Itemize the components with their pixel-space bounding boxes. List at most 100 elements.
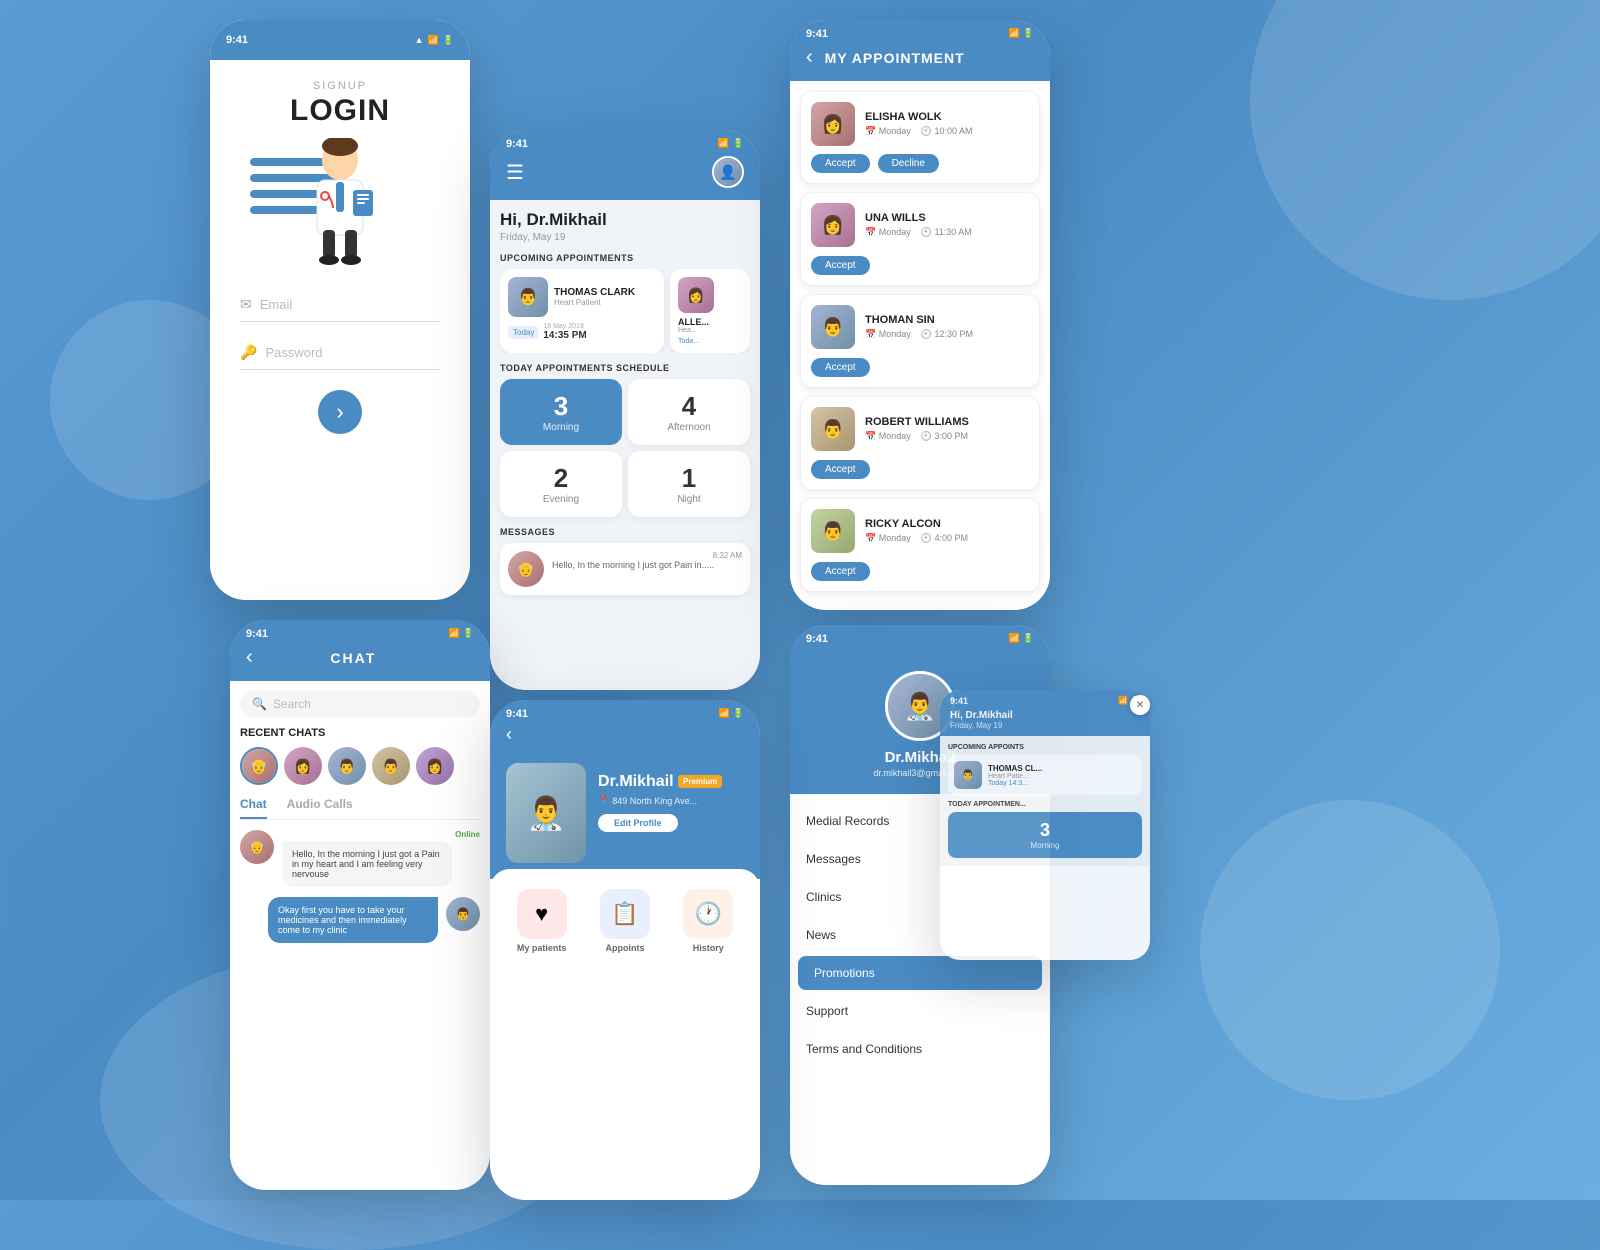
login-button[interactable]: › [318, 390, 362, 434]
patient1-type: Heart Patient [554, 298, 635, 307]
chat-avatar-3[interactable]: 👨 [328, 747, 366, 785]
history-icon: 🕐 [683, 889, 733, 939]
chat-message-2: Okay first you have to take your medicin… [240, 897, 480, 943]
schedule-night[interactable]: 1 Night [628, 451, 750, 517]
elisha-time: 🕙 10:00 AM [921, 126, 973, 137]
mini-morning-count: 3 [956, 820, 1134, 841]
elisha-avatar: 👩 [811, 102, 855, 146]
patient-item-4[interactable]: 👨 ROBERT WILLIAMS 📅 Monday 🕙 3:00 PM Acc… [800, 396, 1040, 490]
messages-title: MESSAGES [500, 527, 750, 537]
appointment-card-1[interactable]: 👨 THOMAS CLARK Heart Patient Today 18 Ma… [500, 269, 664, 353]
history-icon-item[interactable]: 🕐 History [683, 889, 733, 953]
appointment-card-2[interactable]: 👩 ALLE... Hea... Toda... [670, 269, 750, 353]
patient-back-button[interactable]: ‹ [506, 724, 744, 745]
morning-label: Morning [512, 422, 610, 433]
elisha-name: ELISHA WOLK [865, 111, 1029, 123]
patient-item-1[interactable]: 👩 ELISHA WOLK 📅 Monday 🕙 10:00 AM Accept… [800, 91, 1040, 184]
thoman-day: 📅 Monday [865, 329, 911, 340]
email-field[interactable]: ✉ Email [240, 288, 440, 322]
patient2-type: Hea... [678, 327, 742, 334]
dash-status-time: 9:41 [506, 138, 528, 150]
patient-item-3[interactable]: 👨 THOMAN SIN 📅 Monday 🕙 12:30 PM Accept [800, 294, 1040, 388]
chat-avatar-4[interactable]: 👨 [372, 747, 410, 785]
my-patients-icon[interactable]: ♥ My patients [517, 889, 567, 953]
edit-profile-button[interactable]: Edit Profile [598, 814, 678, 832]
recent-chats-label: RECENT CHATS [240, 727, 480, 739]
afternoon-count: 4 [640, 391, 738, 422]
appt-back-button[interactable]: ‹ [806, 46, 813, 69]
morning-count: 3 [512, 391, 610, 422]
login-title: LOGIN [240, 94, 440, 128]
chat-msg-avatar-1: 👴 [240, 830, 274, 864]
evening-label: Evening [512, 494, 610, 505]
thoman-time: 🕙 12:30 PM [921, 329, 973, 340]
mini-apt-card[interactable]: 👨 THOMAS CL... Heart Patie... Today 14:3… [948, 755, 1142, 795]
search-placeholder: Search [273, 697, 311, 711]
audio-calls-tab[interactable]: Audio Calls [287, 797, 353, 819]
schedule-morning[interactable]: 3 Morning [500, 379, 622, 445]
menu-support[interactable]: Support [790, 992, 1050, 1030]
message-time: 8:32 AM [552, 551, 742, 560]
una-accept-btn[interactable]: Accept [811, 256, 870, 275]
patient1-date: 18 May 2019 [543, 323, 586, 330]
upcoming-title: UPCOMING APPOINTMENTS [500, 253, 750, 263]
mini-apt-day: Today 14:3... [988, 780, 1042, 787]
chat-status-time: 9:41 [246, 628, 268, 640]
thoman-accept-btn[interactable]: Accept [811, 358, 870, 377]
mini-greeting: Hi, Dr.Mikhail [950, 710, 1140, 721]
ricky-day: 📅 Monday [865, 533, 911, 544]
search-bar[interactable]: 🔍 Search [240, 691, 480, 717]
robert-name: ROBERT WILLIAMS [865, 416, 969, 428]
patient1-avatar: 👨 [508, 277, 548, 317]
menu-terms[interactable]: Terms and Conditions [790, 1030, 1050, 1068]
calendar-icon: 📋 [600, 889, 650, 939]
mini-morning-label: Morning [956, 841, 1134, 850]
schedule-evening[interactable]: 2 Evening [500, 451, 622, 517]
doctor-large-avatar: 👨‍⚕️ [506, 763, 586, 863]
date: Friday, May 19 [500, 232, 750, 243]
schedule-title: TODAY APPOINTMENTS SCHEDULE [500, 363, 750, 373]
elisha-accept-btn[interactable]: Accept [811, 154, 870, 173]
mini-morning-card[interactable]: 3 Morning [948, 812, 1142, 858]
profile-status-icons: 📶🔋 [1009, 633, 1034, 645]
chat-status-icons: 📶🔋 [449, 628, 474, 640]
chat-back-button[interactable]: ‹ [246, 646, 253, 669]
overlay-close-button[interactable]: ✕ [1130, 695, 1150, 715]
chat-avatar-5[interactable]: 👩 [416, 747, 454, 785]
una-name: UNA WILLS [865, 212, 972, 224]
menu-promotions[interactable]: Promotions [798, 956, 1042, 990]
appoints-icon-item[interactable]: 📋 Appoints [600, 889, 650, 953]
chat-tab[interactable]: Chat [240, 797, 267, 819]
patient-item-5[interactable]: 👨 RICKY ALCON 📅 Monday 🕙 4:00 PM Accept [800, 498, 1040, 592]
robert-time: 🕙 3:00 PM [921, 431, 968, 442]
elisha-decline-btn[interactable]: Decline [878, 154, 939, 173]
message-avatar: 👴 [508, 551, 544, 587]
ricky-accept-btn[interactable]: Accept [811, 562, 870, 581]
patient-status-time: 9:41 [506, 708, 528, 720]
chat-avatar-2[interactable]: 👩 [284, 747, 322, 785]
message-card[interactable]: 👴 8:32 AM Hello, In the morning I just g… [500, 543, 750, 595]
dash-status-icons: 📶🔋 [718, 138, 744, 150]
message-text: Hello, In the morning I just got Pain in… [552, 560, 742, 570]
evening-count: 2 [512, 463, 610, 494]
email-icon: ✉ [240, 296, 252, 313]
ricky-name: RICKY ALCON [865, 518, 968, 530]
user-avatar[interactable]: 👤 [712, 156, 744, 188]
login-screen: 9:41 ▲📶🔋 SIGNUP LOGIN [210, 20, 470, 600]
robert-accept-btn[interactable]: Accept [811, 460, 870, 479]
hamburger-menu[interactable]: ☰ [506, 160, 524, 185]
greeting: Hi, Dr.Mikhail [500, 210, 750, 230]
mini-schedule-label: TODAY APPOINTMEN... [948, 801, 1142, 808]
patient-profile-screen: 9:41 📶🔋 ‹ 👨‍⚕️ Dr.Mikhail Premium 📍849 N… [490, 700, 760, 1200]
dashboard-screen: 9:41 📶🔋 ☰ 👤 Hi, Dr.Mikhail Friday, May 1… [490, 130, 760, 690]
mini-dashboard-overlay: 9:41 📶🔋 Hi, Dr.Mikhail Friday, May 19 UP… [940, 690, 1150, 960]
patient1-day: Today [508, 326, 539, 339]
chat-message-1: 👴 Online Hello, In the morning I just go… [240, 830, 480, 887]
email-placeholder: Email [260, 297, 293, 312]
password-field[interactable]: 🔑 Password [240, 336, 440, 370]
afternoon-label: Afternoon [640, 422, 738, 433]
profile-status-time: 9:41 [806, 633, 828, 645]
chat-avatar-1[interactable]: 👴 [240, 747, 278, 785]
patient-item-2[interactable]: 👩 UNA WILLS 📅 Monday 🕙 11:30 AM Accept [800, 192, 1040, 286]
schedule-afternoon[interactable]: 4 Afternoon [628, 379, 750, 445]
